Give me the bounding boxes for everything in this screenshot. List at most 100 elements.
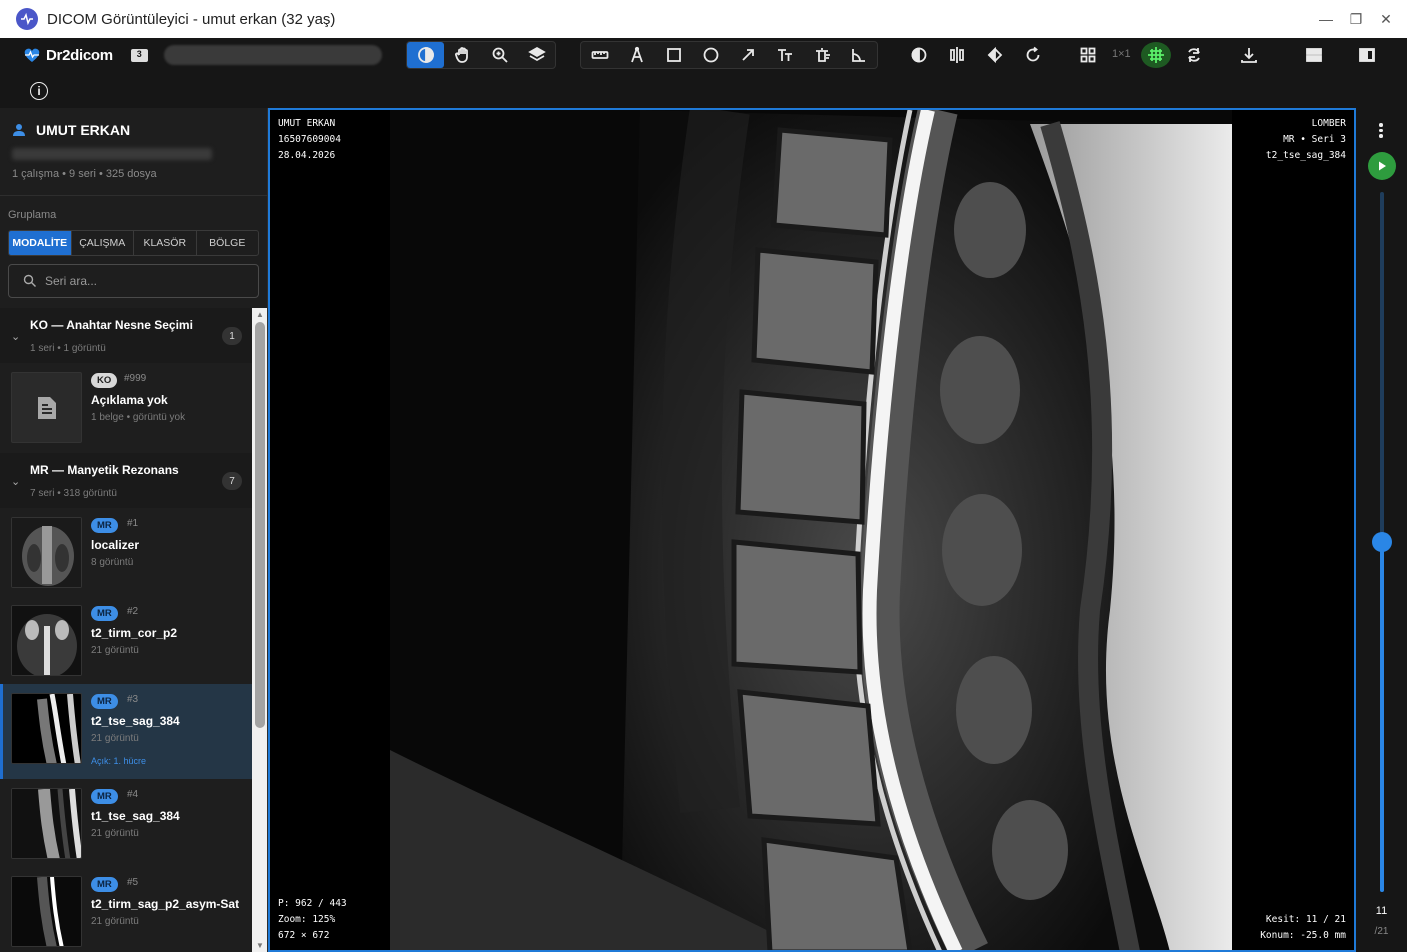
series-search-input[interactable]: Seri ara...	[8, 264, 259, 298]
crosshair-icon[interactable]	[1141, 42, 1171, 68]
cobb-angle-tool[interactable]	[840, 42, 877, 68]
ruler-tool[interactable]	[581, 42, 618, 68]
document-icon	[37, 396, 56, 419]
window-level-tool[interactable]	[407, 42, 444, 68]
rectangle-tool[interactable]	[655, 42, 692, 68]
more-options-icon[interactable]	[1379, 123, 1383, 140]
overlay-slice-location: Konum: -25.0 mm	[1260, 930, 1346, 941]
flip-horizontal-icon[interactable]	[942, 42, 972, 68]
play-button[interactable]	[1368, 152, 1396, 180]
chevron-down-icon: ⌄	[11, 331, 21, 343]
modality-badge: KO	[91, 373, 118, 388]
play-icon	[1379, 161, 1386, 171]
open-in-cell-label: Açık: 1. hücre	[91, 756, 147, 766]
folder-icon[interactable]: 3	[130, 48, 148, 62]
overlay-body-part: LOMBER	[1311, 118, 1346, 129]
angle-tool[interactable]	[618, 42, 655, 68]
brand: Dr2dicom 3	[22, 46, 148, 64]
zoom-tool[interactable]	[481, 42, 518, 68]
grouping-tabs: MODALİTE ÇALIŞMA KLASÖR BÖLGE	[8, 230, 259, 256]
eraser-tool[interactable]	[803, 42, 840, 68]
series-subtitle: 21 görüntü	[91, 916, 139, 927]
overlay-zoom: Zoom: 125%	[278, 914, 336, 925]
info-icon[interactable]: i	[30, 82, 48, 100]
group-count-badge: 1	[222, 327, 242, 345]
series-number: #3	[127, 694, 139, 705]
sync-icon[interactable]	[1179, 42, 1209, 68]
series-item-mr-4[interactable]: MR #4 t1_tse_sag_384 21 görüntü	[0, 779, 252, 867]
invert-icon[interactable]	[904, 42, 934, 68]
tab-folder[interactable]: KLASÖR	[134, 231, 197, 255]
minimize-button[interactable]: —	[1313, 0, 1339, 38]
series-item-mr-3[interactable]: MR #3 t2_tse_sag_384 21 görüntü Açık: 1.…	[0, 684, 252, 779]
group-subtitle: 7 seri • 318 görüntü	[30, 488, 117, 499]
modality-badge: MR	[91, 518, 118, 533]
mri-sagittal-image	[390, 110, 1232, 950]
series-subtitle: 21 görüntü	[91, 828, 139, 839]
study-selector[interactable]	[163, 45, 382, 65]
overlay-matrix-size: 672 × 672	[278, 930, 330, 941]
reset-rotation-icon[interactable]	[1018, 42, 1048, 68]
pan-tool[interactable]	[444, 42, 481, 68]
slice-slider-handle[interactable]	[1372, 532, 1392, 552]
series-title: localizer	[91, 538, 140, 552]
group-header-mr[interactable]: ⌄ MR — Manyetik Rezonans 7 seri • 318 gö…	[0, 453, 252, 508]
overlay-bottom-right: Kesit: 11 / 21 Konum: -25.0 mm	[1260, 912, 1346, 944]
document-thumbnail	[11, 372, 82, 443]
close-button[interactable]: ✕	[1373, 0, 1399, 38]
window-title: DICOM Görüntüleyici - umut erkan (32 yaş…	[47, 10, 336, 28]
sidebar-toggle-icon[interactable]	[1352, 42, 1382, 68]
modality-badge: MR	[91, 606, 118, 621]
image-viewport[interactable]: UMUT ERKAN 16507609004 28.04.2026 LOMBER…	[268, 108, 1356, 952]
sidebar-scrollbar[interactable]: ▲ ▼	[252, 308, 267, 952]
overlay-pixel-readout: P: 962 / 443	[278, 898, 347, 909]
download-icon[interactable]	[1234, 42, 1264, 68]
series-title: t2_tirm_sag_p2_asym-Sat	[91, 897, 240, 911]
scroll-up-icon[interactable]: ▲	[256, 310, 264, 319]
scrollbar-thumb[interactable]	[255, 322, 265, 728]
patient-details-redacted	[12, 148, 212, 160]
text-tool[interactable]	[766, 42, 803, 68]
series-thumbnail	[11, 693, 82, 764]
ellipse-tool[interactable]	[692, 42, 729, 68]
tab-study[interactable]: ÇALIŞMA	[72, 231, 134, 255]
series-number: #999	[124, 373, 147, 384]
restore-button[interactable]: ❐	[1343, 0, 1369, 38]
brand-name: Dr2dicom	[46, 46, 113, 64]
patient-name: UMUT ERKAN	[36, 122, 131, 138]
search-icon	[23, 274, 36, 287]
group-subtitle: 1 seri • 1 görüntü	[30, 343, 106, 354]
series-sidebar: UMUT ERKAN 1 çalışma • 9 seri • 325 dosy…	[0, 108, 268, 952]
group-title: MR — Manyetik Rezonans	[30, 463, 179, 477]
arrow-tool[interactable]	[729, 42, 766, 68]
rotate-left-icon[interactable]	[980, 42, 1010, 68]
series-item-mr-1[interactable]: MR #1 localizer 8 görüntü	[0, 508, 252, 596]
modality-badge: MR	[91, 694, 118, 709]
group-title: KO — Anahtar Nesne Seçimi	[30, 318, 193, 332]
current-slice: 11	[1375, 905, 1388, 917]
overlay-bottom-left: P: 962 / 443 Zoom: 125% 672 × 672	[278, 896, 347, 944]
series-subtitle: 8 görüntü	[91, 557, 134, 568]
series-thumbnail	[11, 876, 82, 947]
overlay-slice-index: Kesit: 11 / 21	[1265, 914, 1346, 925]
series-item-ko-999[interactable]: KO #999 Açıklama yok 1 belge • görüntü y…	[0, 363, 252, 451]
tab-modality[interactable]: MODALİTE	[9, 231, 72, 255]
series-number: #4	[127, 789, 139, 800]
series-item-mr-5[interactable]: MR #5 t2_tirm_sag_p2_asym-Sat 21 görüntü	[0, 867, 252, 952]
group-count-badge: 7	[222, 472, 242, 490]
panel-rows-icon[interactable]	[1299, 42, 1329, 68]
main-toolbar: Dr2dicom 3 1×1	[0, 38, 1407, 72]
scroll-down-icon[interactable]: ▼	[256, 941, 264, 950]
chevron-down-icon: ⌄	[11, 476, 21, 488]
overlay-patient-name: UMUT ERKAN	[278, 118, 336, 129]
overlay-series-label: MR • Seri 3	[1283, 134, 1346, 145]
layers-tool[interactable]	[518, 42, 555, 68]
series-list: ⌄ KO — Anahtar Nesne Seçimi 1 seri • 1 g…	[0, 308, 252, 952]
series-subtitle: 21 görüntü	[91, 733, 139, 744]
grid-layout-icon[interactable]	[1073, 42, 1103, 68]
series-item-mr-2[interactable]: MR #2 t2_tirm_cor_p2 21 görüntü	[0, 596, 252, 684]
series-thumbnail	[11, 788, 82, 859]
group-header-ko[interactable]: ⌄ KO — Anahtar Nesne Seçimi 1 seri • 1 g…	[0, 308, 252, 363]
tab-region[interactable]: BÖLGE	[197, 231, 259, 255]
window-titlebar: DICOM Görüntüleyici - umut erkan (32 yaş…	[0, 0, 1407, 38]
